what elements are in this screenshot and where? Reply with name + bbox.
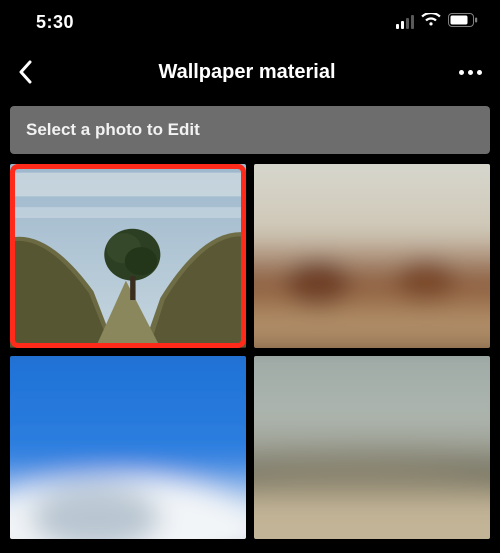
status-indicators [396,13,478,32]
status-time: 5:30 [36,12,74,33]
nav-bar: Wallpaper material [0,44,500,100]
status-bar: 5:30 [0,0,500,44]
more-button[interactable] [446,50,482,94]
photo-blurred-mountain[interactable] [10,356,246,540]
page-title: Wallpaper material [158,61,335,84]
back-button[interactable] [18,50,48,94]
wifi-icon [421,13,441,32]
instruction-text: Select a photo to Edit [26,120,200,139]
photo-blurred-dune[interactable] [254,356,490,540]
photo-tree-valley[interactable] [10,164,246,348]
battery-icon [448,13,478,32]
instruction-banner: Select a photo to Edit [10,106,490,154]
chevron-left-icon [18,60,32,84]
photo-blurred-desert[interactable] [254,164,490,348]
more-horizontal-icon [459,70,464,75]
cellular-icon [396,15,414,29]
photo-grid [0,164,500,547]
app-screen: 5:30 Wallpaper material [0,0,500,553]
